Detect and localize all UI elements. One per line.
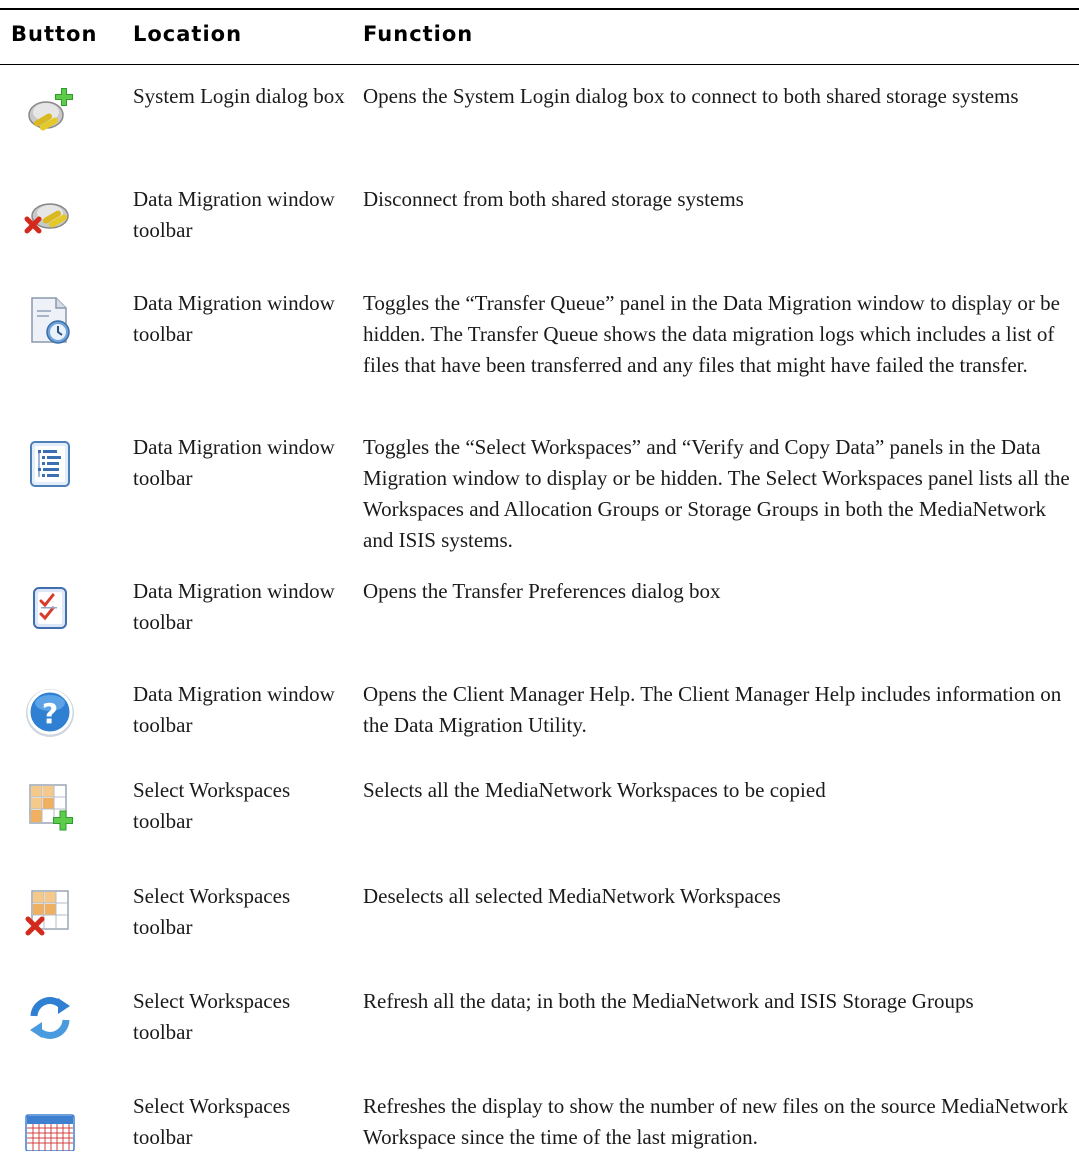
select-workspaces-panel-icon	[22, 436, 78, 492]
function-cell: Disconnect from both shared storage syst…	[363, 187, 744, 211]
system-login-icon	[22, 85, 78, 141]
deselect-workspaces-icon	[22, 885, 78, 941]
select-all-workspaces-icon	[22, 779, 78, 835]
function-cell: Opens the Transfer Preferences dialog bo…	[363, 579, 721, 603]
table-top-rule	[0, 8, 1079, 10]
function-cell: Refreshes the display to show the number…	[363, 1094, 1069, 1149]
location-cell: Data Migration window toolbar	[133, 187, 335, 242]
location-cell: Data Migration window toolbar	[133, 579, 335, 634]
location-cell: Select Workspaces toolbar	[133, 778, 291, 833]
location-cell: Select Workspaces toolbar	[133, 1094, 291, 1149]
disconnect-icon	[22, 188, 78, 244]
header-function: Function	[363, 22, 474, 46]
function-cell: Opens the System Login dialog box to con…	[363, 84, 1019, 108]
header-rule	[0, 64, 1079, 65]
location-cell: Select Workspaces toolbar	[133, 989, 291, 1044]
svg-text:?: ?	[42, 697, 58, 730]
function-cell: Refresh all the data; in both the MediaN…	[363, 989, 974, 1013]
transfer-preferences-icon	[22, 580, 78, 636]
function-cell: Selects all the MediaNetwork Workspaces …	[363, 778, 826, 802]
location-cell: Select Workspaces toolbar	[133, 884, 291, 939]
function-cell: Opens the Client Manager Help. The Clien…	[363, 682, 1062, 737]
header-button: Button	[11, 22, 98, 46]
header-location: Location	[133, 22, 243, 46]
function-cell: Toggles the “Select Workspaces” and “Ver…	[363, 435, 1070, 552]
transfer-queue-icon	[22, 292, 78, 348]
function-cell: Deselects all selected MediaNetwork Work…	[363, 884, 781, 908]
location-cell: System Login dialog box	[133, 84, 345, 108]
refresh-display-icon	[22, 1095, 78, 1151]
location-cell: Data Migration window toolbar	[133, 682, 335, 737]
location-cell: Data Migration window toolbar	[133, 435, 335, 490]
help-icon: ?	[22, 683, 78, 739]
location-cell: Data Migration window toolbar	[133, 291, 335, 346]
refresh-icon	[22, 990, 78, 1046]
function-cell: Toggles the “Transfer Queue” panel in th…	[363, 291, 1060, 377]
